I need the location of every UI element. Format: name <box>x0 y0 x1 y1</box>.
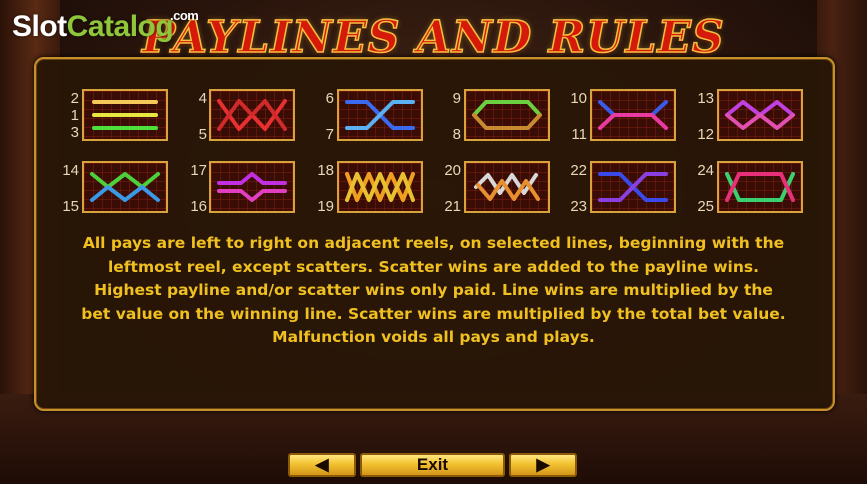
payline-number-23: 23 <box>570 198 587 215</box>
exit-button-label: Exit <box>416 455 449 474</box>
payline-number-10: 10 <box>570 90 587 107</box>
payline-number-7: 7 <box>325 126 334 143</box>
payline-number-6: 6 <box>325 90 334 107</box>
rules-line-5: Malfunction voids all pays and plays. <box>272 328 595 346</box>
watermark-part-slot: Slot <box>12 10 67 43</box>
rules-line-2: leftmost reel, except scatters. Scatter … <box>107 257 760 276</box>
rules-line-1: All pays are left to right on adjacent r… <box>82 234 785 252</box>
rules-text: All pays are left to right on adjacent r… <box>40 232 827 350</box>
payline-number-18: 18 <box>317 162 334 179</box>
payline-number-22: 22 <box>570 162 587 179</box>
payline-number-13: 13 <box>697 90 714 107</box>
exit-button[interactable]: Exit <box>360 453 505 477</box>
payline-number-24: 24 <box>697 162 714 179</box>
payline-diagram-24-25 <box>717 161 803 213</box>
payline-diagram-12-13 <box>717 89 803 141</box>
payline-number-15: 15 <box>62 198 79 215</box>
payline-diagram-22-23 <box>590 161 676 213</box>
payline-diagram-18-19 <box>337 161 423 213</box>
payline-number-8: 8 <box>452 126 461 143</box>
payline-number-2: 2 <box>70 90 79 107</box>
payline-number-16: 16 <box>190 198 207 215</box>
payline-number-3: 3 <box>70 124 79 141</box>
payline-diagram-16-17 <box>209 161 295 213</box>
payline-number-9: 9 <box>452 90 461 107</box>
payline-number-12: 12 <box>697 126 714 143</box>
payline-diagram-4-5 <box>209 89 295 141</box>
next-page-button[interactable]: ▶ <box>509 453 577 477</box>
rules-line-4: bet value on the winning line. Scatter w… <box>81 304 786 323</box>
previous-arrow-icon: ◀ <box>315 455 329 474</box>
payline-number-21: 21 <box>444 198 461 215</box>
slotcatalog-watermark: SlotCatalog .com <box>12 8 199 44</box>
watermark-part-com: .com <box>170 8 199 23</box>
payline-diagram-6-7 <box>337 89 423 141</box>
payline-number-1: 1 <box>70 107 79 124</box>
payline-diagram-10-11 <box>590 89 676 141</box>
rules-line-3: Highest payline and/or scatter wins only… <box>94 281 773 299</box>
payline-diagram-20-21 <box>464 161 550 213</box>
payline-diagram-14-15 <box>82 161 168 213</box>
payline-number-4: 4 <box>198 90 207 107</box>
payline-number-11: 11 <box>571 126 587 143</box>
payline-number-20: 20 <box>444 162 461 179</box>
next-arrow-icon: ▶ <box>536 455 550 474</box>
payline-number-5: 5 <box>198 126 207 143</box>
payline-number-25: 25 <box>697 198 714 215</box>
payline-number-17: 17 <box>190 162 207 179</box>
previous-page-button[interactable]: ◀ <box>288 453 356 477</box>
payline-diagram-1-2-3 <box>82 89 168 141</box>
payline-diagram-8-9 <box>464 89 550 141</box>
payline-number-14: 14 <box>62 162 79 179</box>
watermark-part-catalog: Catalog <box>66 10 174 43</box>
payline-number-19: 19 <box>317 198 334 215</box>
